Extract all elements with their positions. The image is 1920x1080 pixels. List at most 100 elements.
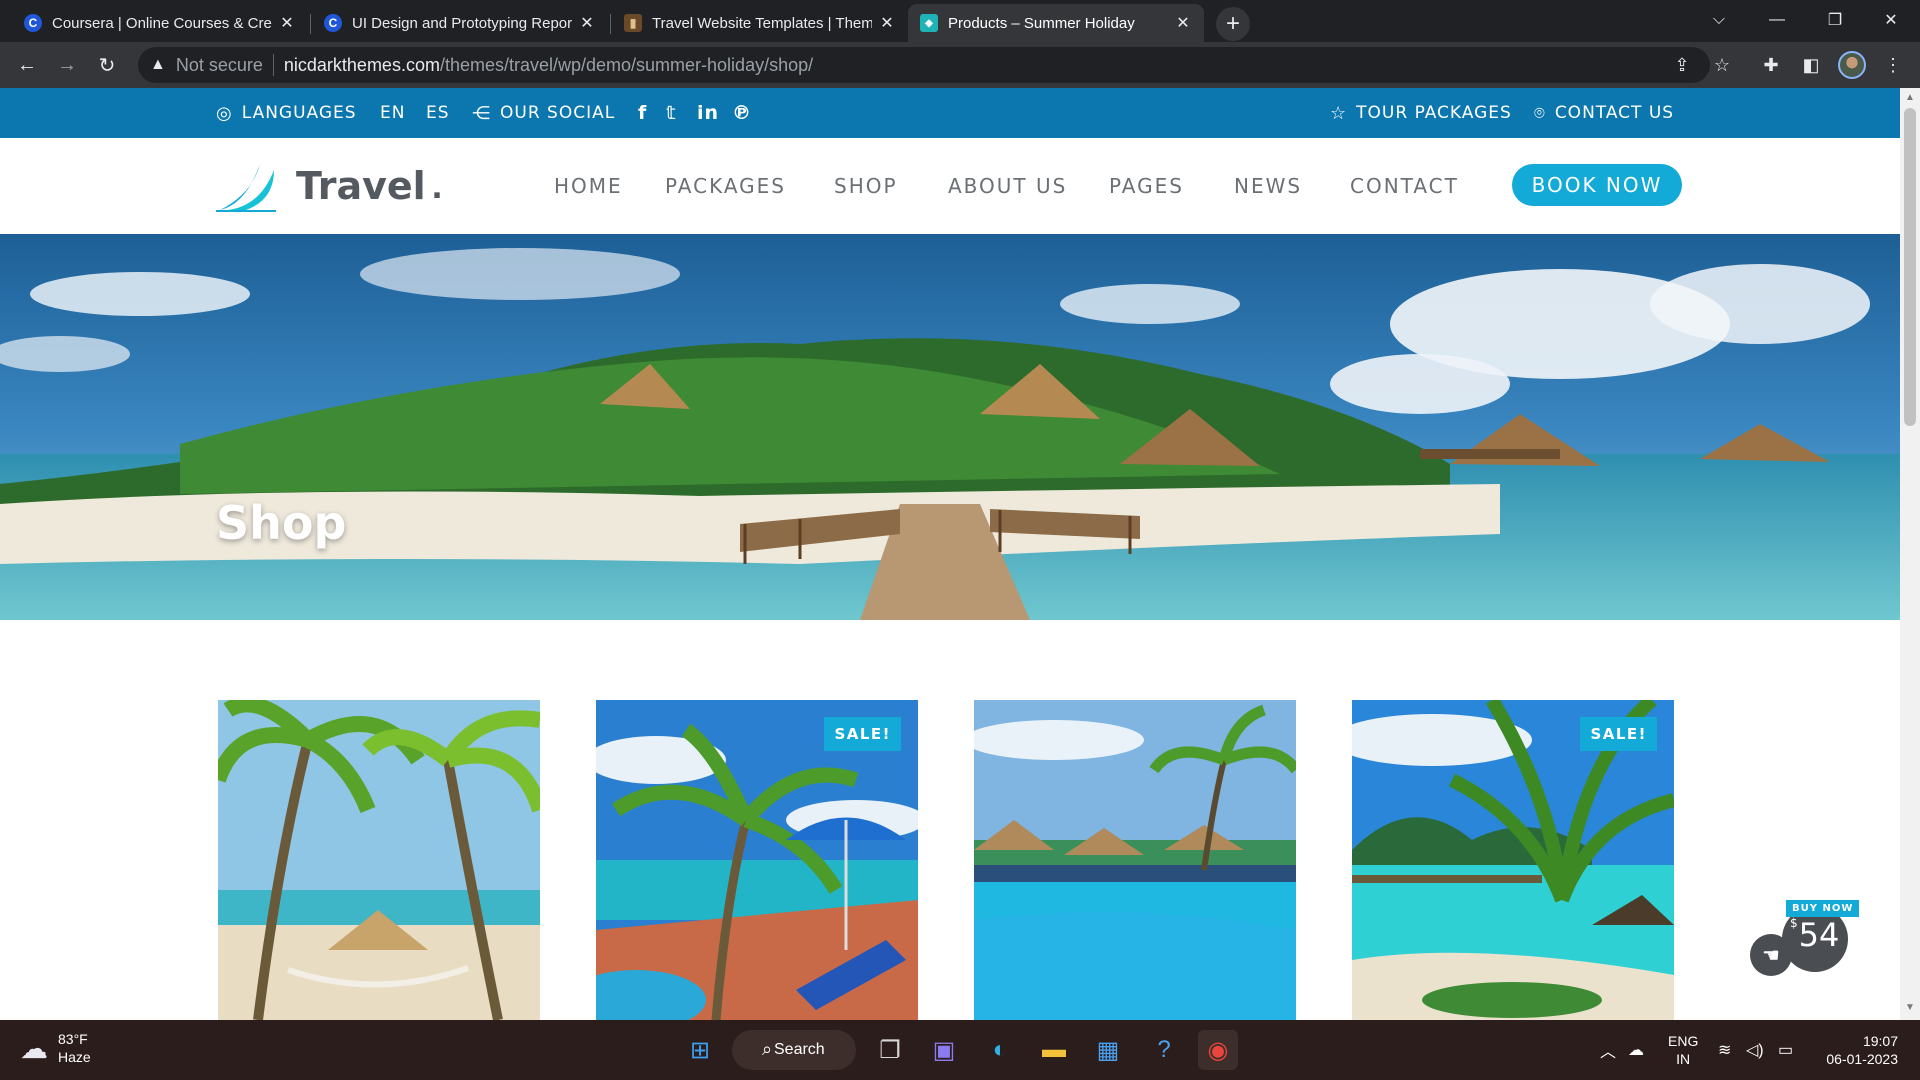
menu-news[interactable]: NEWS [1234,138,1302,234]
browser-tab-coursera[interactable]: C Coursera | Online Courses & Credential… [12,4,308,42]
clock-time: 19:07 [1862,1033,1898,1049]
page-title: Shop [216,496,347,550]
new-tab-button[interactable]: + [1216,7,1250,41]
product-card-3[interactable] [974,700,1296,1020]
browser-tab-active[interactable]: ◆ Products – Summer Holiday ✕ [908,4,1204,42]
warning-triangle-icon[interactable]: ▲ [150,56,166,74]
address-bar[interactable]: ▲ Not secure nicdarkthemes.com/themes/tr… [138,47,1710,83]
menu-kebab-icon[interactable]: ⋮ [1876,48,1910,82]
menu-shop[interactable]: SHOP [834,138,898,234]
battery-icon[interactable]: ▭ [1778,1020,1793,1080]
region-code: IN [1676,1051,1691,1067]
top-info-bar: ◎ LANGUAGES EN ES ⋲ OUR SOCIAL f 𝕥 in ℗ … [0,88,1900,138]
product-card-4[interactable]: SALE! [1352,700,1674,1020]
microsoft-store-icon[interactable]: ▦ [1088,1030,1128,1070]
product-card-1[interactable] [218,700,540,1020]
our-social-label: OUR SOCIAL [500,103,616,123]
coursera-icon: C [324,14,342,32]
lang-en-link[interactable]: EN [380,88,405,138]
show-hidden-icons-chevron-icon[interactable]: ︿ [1600,1020,1616,1080]
weather-widget[interactable]: ☁ 83°F Haze [20,1030,91,1066]
share-icon[interactable]: ⇪ [1666,47,1698,83]
chrome-icon[interactable]: ◉ [1198,1030,1238,1070]
bookmark-star-icon[interactable]: ☆ [1706,47,1738,83]
tour-packages-link[interactable]: ☆ TOUR PACKAGES [1330,88,1512,138]
sale-badge: SALE! [824,717,901,751]
side-panel-icon[interactable]: ◧ [1794,48,1828,82]
browser-tab-themes[interactable]: ▮ Travel Website Templates | Themes ✕ [612,4,908,42]
themeforest-icon: ▮ [624,14,642,32]
languages-link[interactable]: ◎ LANGUAGES [216,88,357,138]
weather-condition: Haze [58,1049,91,1065]
book-now-button[interactable]: BOOK NOW [1512,164,1682,206]
lang-es-link[interactable]: ES [426,88,450,138]
clock-date: 06-01-2023 [1826,1051,1898,1067]
taskbar-search[interactable]: ⌕ Search [732,1030,856,1070]
help-icon[interactable]: ? [1144,1030,1184,1070]
facebook-icon[interactable]: f [638,88,647,138]
security-label[interactable]: Not secure [176,55,263,76]
lang-en-label: EN [380,103,406,123]
reload-icon[interactable]: ↻ [90,48,124,82]
tropical-island-image [0,234,1900,620]
price-value: 54 [1798,916,1840,954]
coursera-icon: C [24,14,42,32]
product-image-hammock-beach [218,700,540,1020]
menu-contact[interactable]: CONTACT [1350,138,1459,234]
wifi-icon[interactable]: ≋ [1718,1020,1731,1080]
menu-home[interactable]: HOME [554,138,623,234]
profile-avatar[interactable] [1838,51,1866,79]
search-icon: ⌕ [762,1039,773,1059]
minimize-icon[interactable]: — [1748,0,1806,40]
menu-pages[interactable]: PAGES [1109,138,1184,234]
site-header: Travel . HOME PACKAGES SHOP ABOUT US PAG… [0,138,1900,234]
menu-packages[interactable]: PACKAGES [665,138,786,234]
scroll-up-arrow-icon[interactable]: ▲ [1904,92,1916,104]
product-image-resort-pool [974,700,1296,1020]
tab-search-chevron-icon[interactable]: ⌵ [1690,0,1748,40]
file-explorer-icon[interactable]: ▬ [1034,1030,1074,1070]
task-view-icon[interactable]: ❐ [870,1030,910,1070]
pointer-hand-icon[interactable]: ☚ [1750,934,1792,976]
edge-browser-icon[interactable]: ◐ [980,1030,1020,1070]
twitter-icon[interactable]: 𝕥 [666,88,677,138]
buy-now-price: $54 [1790,916,1839,954]
hero-banner: Shop [0,234,1900,620]
logo-dot: . [431,164,443,207]
price-currency: $ [1790,916,1798,930]
site-logo[interactable]: Travel . [216,160,442,212]
close-tab-icon[interactable]: ✕ [278,14,296,32]
our-social-label-group: ⋲ OUR SOCIAL [472,88,615,138]
sail-logo-icon [216,164,276,212]
pinterest-icon[interactable]: ℗ [732,88,752,138]
input-language-indicator[interactable]: ENG IN [1668,1032,1698,1068]
windows-start-icon[interactable]: ⊞ [680,1030,720,1070]
url-path: /themes/travel/wp/demo/summer-holiday/sh… [439,54,814,75]
close-tab-icon[interactable]: ✕ [878,14,896,32]
scrollbar-thumb[interactable] [1904,108,1916,426]
system-clock[interactable]: 19:07 06-01-2023 [1818,1032,1898,1068]
forward-arrow-icon[interactable]: → [50,48,84,82]
onedrive-cloud-icon[interactable]: ☁ [1628,1020,1644,1080]
contact-us-link[interactable]: ⌾ CONTACT US [1534,88,1674,138]
volume-icon[interactable]: ◁) [1746,1020,1764,1080]
buy-now-label[interactable]: BUY NOW [1786,900,1860,917]
menu-about-us[interactable]: ABOUT US [948,138,1067,234]
close-tab-icon[interactable]: ✕ [578,14,596,32]
close-tab-icon[interactable]: ✕ [1174,14,1192,32]
restore-icon[interactable]: ❐ [1806,0,1864,40]
product-card-2[interactable]: SALE! [596,700,918,1020]
page-scrollbar[interactable]: ▲ ▼ [1900,88,1920,1020]
back-arrow-icon[interactable]: ← [10,48,44,82]
linkedin-icon[interactable]: in [697,88,719,138]
share-nodes-icon: ⋲ [472,102,491,124]
languages-label: LANGUAGES [241,103,357,123]
language-code: ENG [1668,1033,1699,1049]
teams-chat-icon[interactable]: ▣ [924,1030,964,1070]
close-window-icon[interactable]: ✕ [1862,0,1920,40]
buy-now-widget[interactable]: BUY NOW $54 ☚ [1750,900,1870,990]
browser-tab-strip: C Coursera | Online Courses & Credential… [0,0,1920,42]
browser-tab-ui-design[interactable]: C UI Design and Prototyping Report ✕ [312,4,608,42]
extensions-puzzle-icon[interactable]: ✚ [1754,48,1788,82]
scroll-down-arrow-icon[interactable]: ▼ [1904,1002,1916,1014]
